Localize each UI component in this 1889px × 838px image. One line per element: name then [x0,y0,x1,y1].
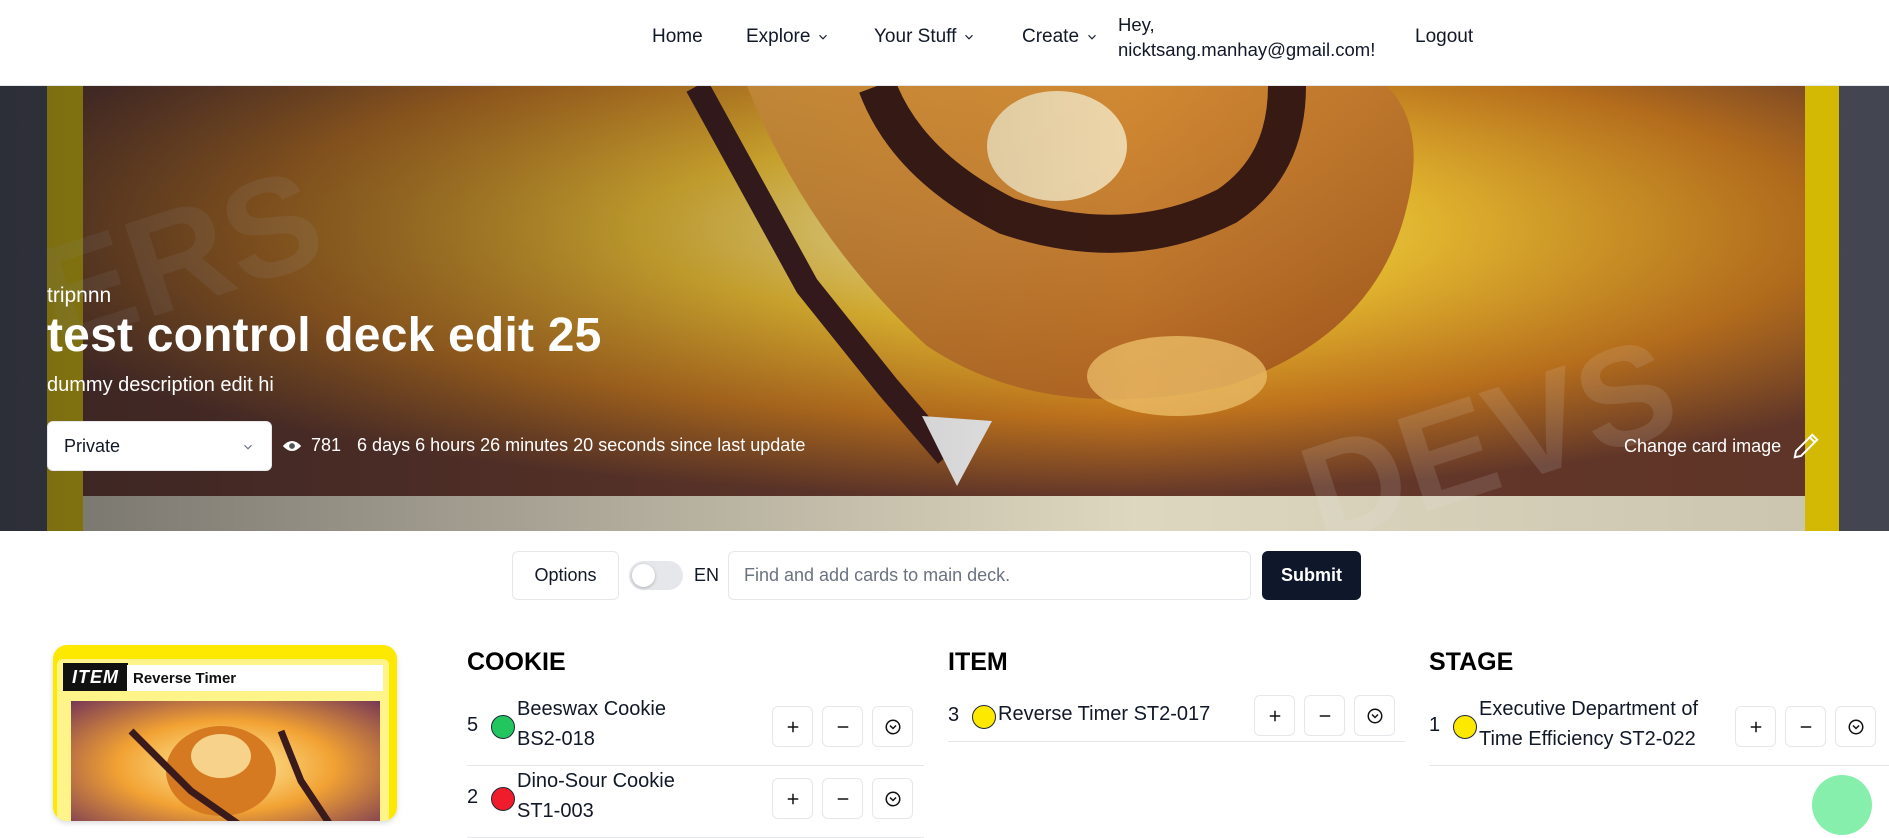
card-name-line: Beeswax Cookie [517,698,666,720]
toggle-knob [632,564,655,587]
nav-your-stuff-menu[interactable]: Your Stuff [874,0,976,74]
column-title-cookie: COOKIE [467,648,566,676]
card-actions-button[interactable] [1835,706,1876,747]
color-dot-icon [1453,715,1477,739]
card-quantity: 2 [467,786,479,808]
color-dot-icon [491,715,515,739]
card-code: Time Efficiency ST2-022 [1479,728,1696,750]
minus-icon [1319,714,1330,717]
nav-home-label: Home [652,26,703,47]
increase-quantity-button[interactable] [1735,706,1776,747]
plus-icon [1269,710,1280,721]
minus-icon [837,797,848,800]
deck-stats: 781 6 days 6 hours 26 minutes 20 seconds… [282,435,805,456]
submit-label: Submit [1281,565,1342,585]
card-art [71,701,380,821]
card-actions-button[interactable] [1354,695,1395,736]
decrease-quantity-button[interactable] [822,706,863,747]
card-code: ST1-003 [517,800,594,822]
card-name-line: Executive Department of [1479,698,1698,720]
language-label: EN [694,565,720,585]
increase-quantity-button[interactable] [772,706,813,747]
decrease-quantity-button[interactable] [1304,695,1345,736]
language-toggle[interactable] [629,561,683,590]
change-card-image-label: Change card image [1624,435,1782,456]
plus-icon [787,793,798,804]
last-update-text: 6 days 6 hours 26 minutes 20 seconds sin… [357,435,806,455]
card-quantity: 3 [948,704,960,726]
color-dot-icon [491,787,515,811]
deck-title: test control deck edit 25 [47,309,602,362]
card-name: Reverse Timer [127,665,383,691]
options-label: Options [534,565,597,585]
card-actions-button[interactable] [872,778,913,819]
chevron-down-icon [1088,34,1096,40]
greeting-email: nicktsang.manhay@gmail.com! [1118,39,1376,60]
card-code: BS2-018 [517,728,595,750]
chevron-down-icon [244,444,252,450]
nav-create-menu[interactable]: Create [1022,0,1099,74]
deck-description: dummy description edit hi [47,374,274,396]
circle-chevron-down-icon [885,791,900,806]
color-dot-icon [972,705,996,729]
card-type-badge: ITEM [63,663,128,691]
user-greeting: Hey, nicktsang.manhay@gmail.com! [1118,12,1375,62]
eye-icon [282,440,302,451]
deck-row: 1 Executive Department of Time Efficienc… [1429,694,1889,766]
circle-chevron-down-icon [885,719,900,734]
privacy-selected-value: Private [64,435,121,456]
card-quantity: 5 [467,714,479,736]
card-search-input[interactable] [728,551,1251,600]
circle-chevron-down-icon [1367,708,1382,723]
increase-quantity-button[interactable] [1254,695,1295,736]
nav-your-stuff-label: Your Stuff [874,26,957,47]
chevron-down-icon [819,34,828,40]
deck-row: 5 Beeswax Cookie BS2-018 [467,694,924,766]
submit-button[interactable]: Submit [1262,551,1361,600]
chat-widget-button[interactable] [1812,775,1872,835]
circle-chevron-down-icon [1848,719,1863,734]
card-name[interactable]: Executive Department of Time Efficiency … [1479,694,1698,754]
minus-icon [1800,725,1811,728]
nav-home-link[interactable]: Home [652,0,703,74]
card-name-line: Reverse Timer ST2-017 [998,703,1211,725]
logout-link[interactable]: Logout [1415,0,1473,74]
deck-author[interactable]: tripnnn [47,284,111,308]
logout-label: Logout [1415,26,1474,47]
deck-banner: ERS DEVS tripnnn test control deck edit … [0,86,1889,531]
plus-icon [787,721,798,732]
nav-explore-label: Explore [746,26,811,47]
card-name[interactable]: Reverse Timer ST2-017 [998,699,1210,729]
card-name[interactable]: Beeswax Cookie BS2-018 [517,694,666,754]
view-count: 781 [311,435,342,455]
decrease-quantity-button[interactable] [1785,706,1826,747]
change-card-image-button[interactable]: Change card image [1624,431,1821,461]
decrease-quantity-button[interactable] [822,778,863,819]
card-name-line: Dino-Sour Cookie [517,770,675,792]
deck-row: 3 Reverse Timer ST2-017 [948,694,1405,742]
minus-icon [837,725,848,728]
nav-explore-menu[interactable]: Explore [746,0,830,74]
card-preview[interactable]: ITEM Reverse Timer [53,645,397,821]
deck-row: 2 Dino-Sour Cookie ST1-003 [467,766,924,838]
options-button[interactable]: Options [512,551,619,600]
column-title-item: ITEM [948,648,1008,676]
pencil-icon [1793,433,1819,459]
nav-create-label: Create [1022,26,1080,47]
top-navigation: Home Explore Your Stuff Create Hey, nick… [0,0,1889,86]
increase-quantity-button[interactable] [772,778,813,819]
card-quantity: 1 [1429,714,1441,736]
chevron-down-icon [965,34,974,40]
greeting-line: Hey, [1118,14,1155,35]
plus-icon [1750,721,1761,732]
card-actions-button[interactable] [872,706,913,747]
privacy-select[interactable]: Private [47,421,272,471]
column-title-stage: STAGE [1429,648,1514,676]
card-name[interactable]: Dino-Sour Cookie ST1-003 [517,766,675,826]
